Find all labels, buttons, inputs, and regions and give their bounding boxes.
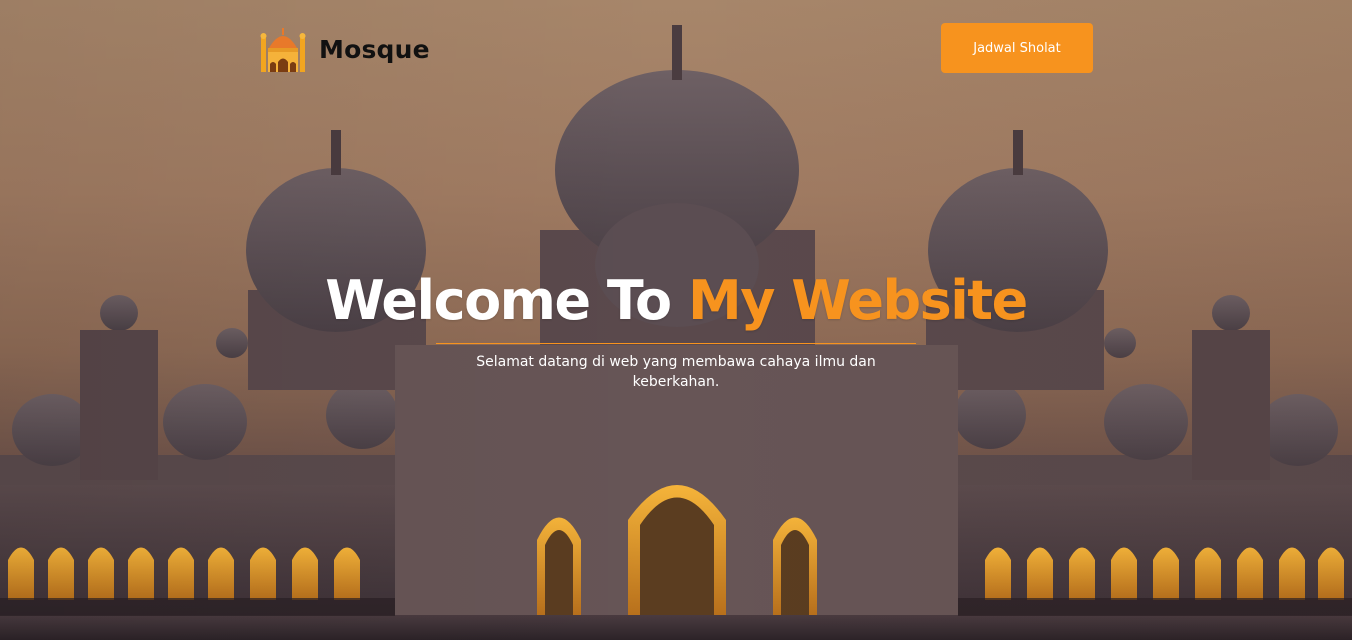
hero-title: Welcome To My Website xyxy=(0,268,1352,334)
brand-name: Mosque xyxy=(319,34,430,64)
hero-title-accent: My Website xyxy=(687,269,1028,332)
mosque-icon xyxy=(260,28,306,72)
brand-link[interactable]: Mosque xyxy=(259,26,430,72)
navbar: Mosque Jadwal Sholat xyxy=(0,0,1352,96)
hero-subtitle: Selamat datang di web yang membawa cahay… xyxy=(476,354,876,390)
hero-divider xyxy=(436,343,916,344)
jadwal-sholat-button[interactable]: Jadwal Sholat xyxy=(941,23,1093,73)
hero-title-part1: Welcome To xyxy=(325,269,672,332)
hero-content: Welcome To My Website Selamat datang di … xyxy=(0,268,1352,392)
